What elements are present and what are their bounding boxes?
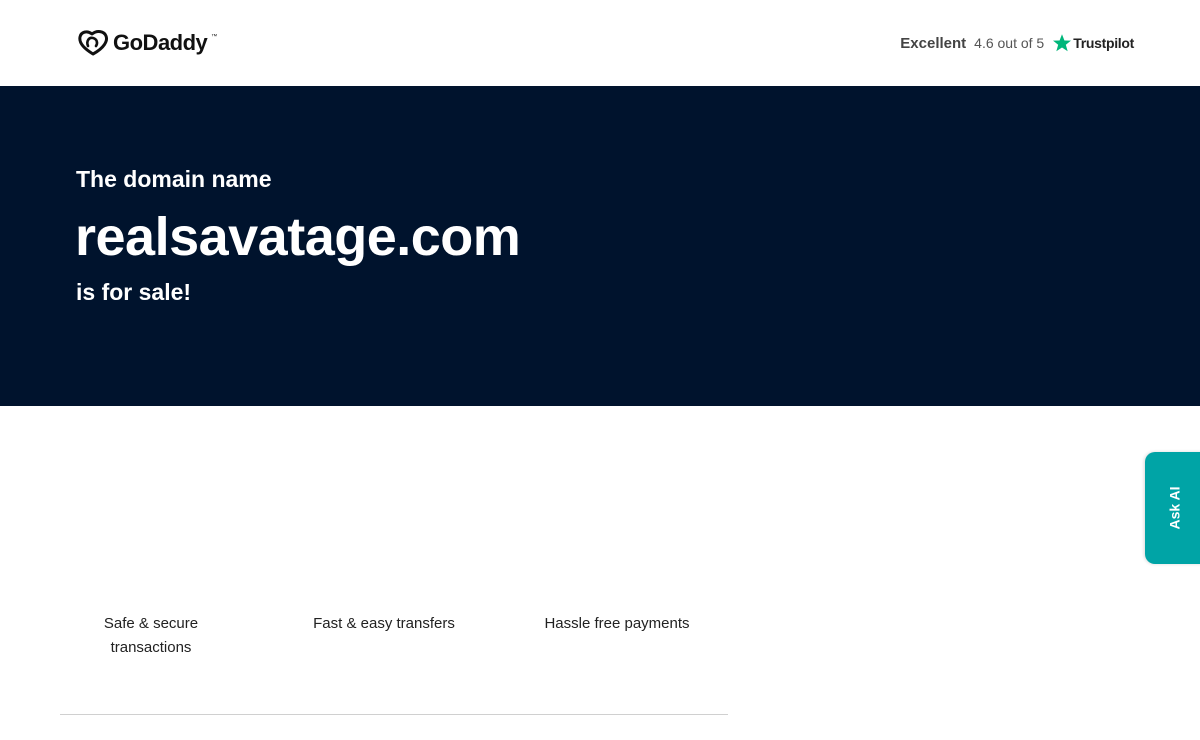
logo-text: GoDaddy <box>113 30 208 55</box>
hero-intro: The domain name <box>76 166 272 192</box>
godaddy-logo[interactable]: GoDaddy ™ <box>77 28 217 58</box>
section-divider <box>60 714 728 715</box>
domain-name: realsavatage.com <box>75 207 521 267</box>
rating-label: Excellent <box>900 34 967 52</box>
ask-ai-label: Ask AI <box>1167 486 1183 530</box>
hero-banner: The domain name realsavatage.com is for … <box>0 86 1200 406</box>
rating-score: 4.6 out of 5 <box>974 35 1045 51</box>
trustpilot-name: Trustpilot <box>1073 35 1134 51</box>
godaddy-logo-icon <box>78 30 108 56</box>
feature-fast-transfers: Fast & easy transfers <box>313 615 455 632</box>
features-list: Safe & secure transactions Fast & easy t… <box>60 612 728 672</box>
trustpilot-star-icon <box>1053 34 1072 52</box>
feature-hassle-free-payments: Hassle free payments <box>544 615 690 632</box>
ask-ai-button[interactable]: Ask AI <box>1145 452 1200 564</box>
hero-for-sale: is for sale! <box>76 279 192 305</box>
site-header: GoDaddy ™ Excellent 4.6 out of 5 Trustpi… <box>0 0 1200 86</box>
feature-safe-secure: Safe & secure transactions <box>103 615 199 656</box>
trustpilot-rating[interactable]: Excellent 4.6 out of 5 Trustpilot <box>900 31 1134 55</box>
trademark-mark: ™ <box>211 34 218 40</box>
